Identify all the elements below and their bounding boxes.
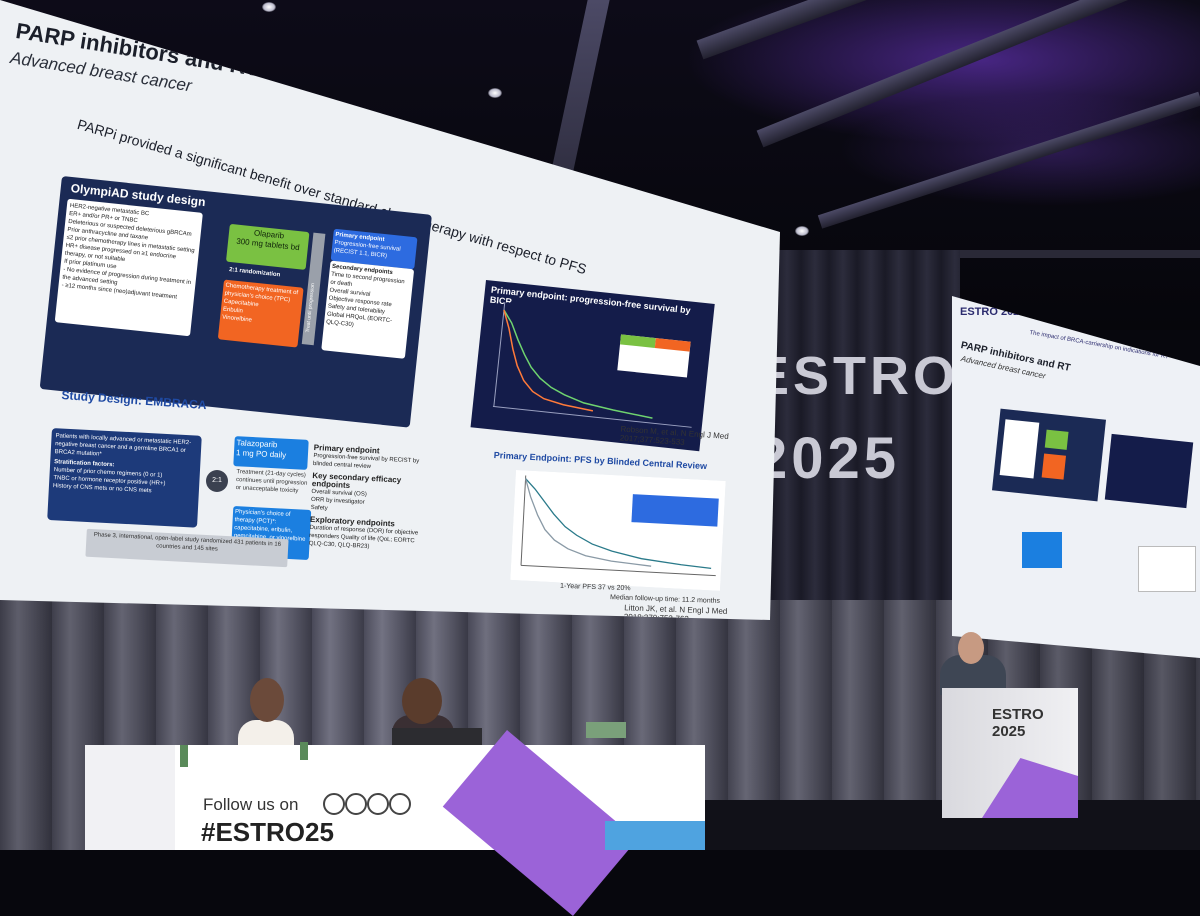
facebook-icon <box>345 793 367 815</box>
x-social-icon <box>323 793 345 815</box>
podium-purple-shape <box>982 758 1078 818</box>
speaker-head <box>958 632 984 664</box>
embraca-endpoints: Primary endpoint Progression-free surviv… <box>308 443 434 554</box>
stage-light <box>262 2 276 12</box>
presenter-left-head <box>250 678 284 722</box>
podium: ESTRO 2025 <box>942 688 1078 818</box>
side-olympiad-panel <box>992 408 1106 502</box>
stage-light <box>795 226 809 236</box>
desk-follow-text: Follow us on <box>203 795 299 814</box>
chemo-arm: Chemotherapy treatment of physician's ch… <box>217 279 304 348</box>
embraca-key-secondary: Overall survival (OS) ORR by investigato… <box>310 488 367 512</box>
km2-footer: 1-Year PFS 37 vs 20% <box>559 582 631 593</box>
side-green-box <box>1044 429 1069 450</box>
embraca-exploratory: Duration of response (DOR) for objective… <box>308 524 419 551</box>
km2-plot <box>510 470 726 591</box>
water-bottles-group <box>586 722 626 738</box>
olaparib-arm: Olaparib 300 mg tablets bd <box>225 223 310 270</box>
embraca-patients-box: Patients with locally advanced or metast… <box>47 428 202 528</box>
podium-logo: ESTRO 2025 <box>992 706 1044 740</box>
randomization-label: 2:1 randomization <box>228 266 281 279</box>
talazoparib-arm: Talazoparib 1 mg PO daily <box>233 436 309 470</box>
speaker-desk: Follow us on #ESTRO25 <box>85 730 705 916</box>
desk-hashtag: #ESTRO25 <box>201 817 334 847</box>
treat-label: Treat until progression <box>304 282 317 333</box>
presenter-right-head <box>402 678 442 724</box>
desk-blue-shape <box>605 821 705 850</box>
side-white-box <box>999 419 1040 479</box>
instagram-icon <box>367 793 389 815</box>
side-km-plot <box>1104 433 1194 509</box>
linkedin-icon <box>389 793 411 815</box>
ceiling-truss <box>817 91 1200 229</box>
banner-text-estro: ESTRO <box>753 346 960 406</box>
olympiad-criteria: HER2-negative metastatic BC ER+ and/or P… <box>54 198 203 337</box>
km-plot-olympiad: Primary endpoint: progression-free survi… <box>470 280 715 452</box>
km2-plot-area <box>510 470 726 591</box>
stage-light <box>488 88 502 98</box>
embraca-treatment-note: Treatment (21-day cycles) continues unti… <box>235 469 308 495</box>
km2-legend-table <box>631 494 719 527</box>
side-projection-screen: ESTRO 2025 The impact of BRCA-carriershi… <box>952 296 1200 658</box>
side-embraca-box <box>1022 532 1062 568</box>
secondary-text: Time to second progression or death Over… <box>325 271 405 329</box>
water-bottle <box>300 742 308 760</box>
water-bottle <box>180 745 188 767</box>
secondary-endpoints-box: Secondary endpoints Time to second progr… <box>321 260 415 359</box>
social-icons <box>323 793 411 815</box>
side-orange-box <box>1041 453 1067 480</box>
banner-text-year: 2025 <box>755 426 901 491</box>
embraca-ratio: 2:1 <box>206 470 228 492</box>
km1-curves <box>492 301 703 433</box>
side-km2-plot <box>1138 546 1196 592</box>
km2-title: Primary Endpoint: PFS by Blinded Central… <box>493 450 708 472</box>
